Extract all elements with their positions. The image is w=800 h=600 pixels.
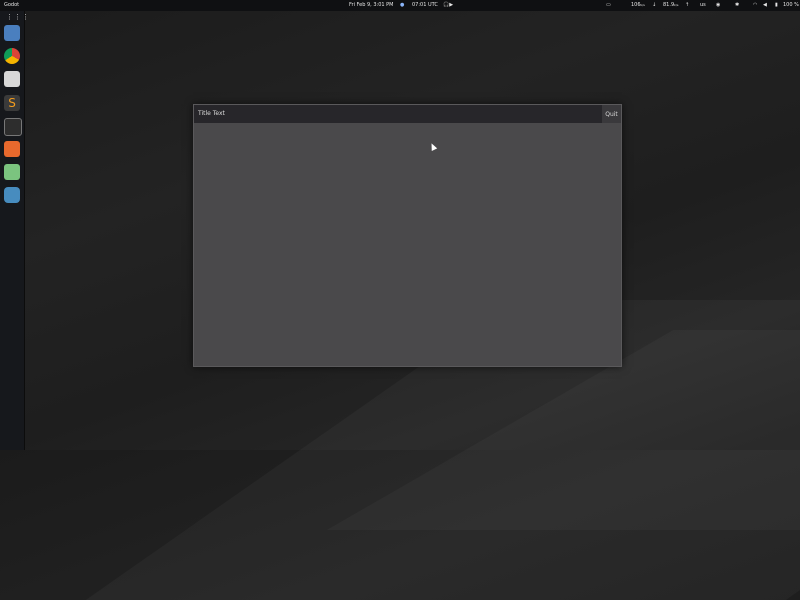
dock: ⋮⋮⋮ S bbox=[0, 11, 29, 450]
window-titlebar[interactable]: Title Text bbox=[194, 105, 602, 123]
volume-icon[interactable]: ◀ bbox=[763, 2, 767, 9]
net-download[interactable]: 106k/s bbox=[631, 2, 645, 9]
app-grid-icon[interactable]: ⋮⋮⋮ bbox=[6, 13, 30, 21]
chrome-icon[interactable] bbox=[4, 48, 20, 64]
window-title: Title Text bbox=[198, 110, 225, 117]
net-upload[interactable]: 81.9k/s bbox=[663, 2, 678, 9]
battery-percent[interactable]: 100 % bbox=[783, 2, 799, 9]
wifi-icon[interactable]: ◠ bbox=[753, 2, 757, 9]
sublime-text-icon[interactable]: S bbox=[4, 95, 20, 111]
quit-button[interactable]: Quit bbox=[602, 105, 621, 123]
clock-datetime[interactable]: Fri Feb 9, 3:01 PM bbox=[349, 2, 394, 9]
utc-clock[interactable]: 07:01 UTC bbox=[412, 2, 438, 9]
top-panel: Godot Fri Feb 9, 3:01 PM ● 07:01 UTC 🎧▶ … bbox=[0, 0, 800, 11]
battery-icon[interactable]: ▮ bbox=[775, 2, 778, 9]
media-control-icon[interactable]: 🎧▶ bbox=[443, 2, 453, 9]
calendar-icon[interactable] bbox=[4, 71, 20, 87]
app-window: Title Text Quit bbox=[193, 104, 622, 367]
files-icon[interactable] bbox=[4, 25, 20, 41]
keyboard-layout[interactable]: us bbox=[700, 2, 706, 9]
accessibility-icon[interactable]: ◉ bbox=[716, 2, 720, 9]
chat-icon[interactable] bbox=[4, 164, 20, 180]
bluetooth-icon[interactable]: ✱ bbox=[735, 2, 739, 9]
screen-icon[interactable]: ▭ bbox=[606, 2, 611, 9]
dot-icon: ● bbox=[400, 2, 405, 8]
active-app-name[interactable]: Godot bbox=[4, 2, 19, 9]
godot-icon[interactable] bbox=[4, 187, 20, 203]
terminal-icon[interactable] bbox=[4, 118, 22, 136]
software-store-icon[interactable] bbox=[4, 141, 20, 157]
download-arrow-icon: ↓ bbox=[652, 2, 657, 8]
upload-arrow-icon: ↑ bbox=[685, 2, 690, 8]
